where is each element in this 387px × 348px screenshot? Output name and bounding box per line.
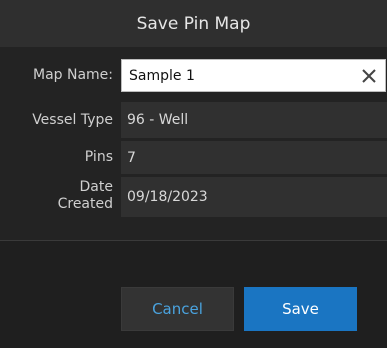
save-pin-map-dialog: Save Pin Map Map Name: Vessel Type 96 - … xyxy=(0,0,387,348)
save-button[interactable]: Save xyxy=(244,287,357,331)
pins-label: Pins xyxy=(84,149,113,165)
dialog-title: Save Pin Map xyxy=(0,0,387,47)
map-name-label: Map Name: xyxy=(32,67,113,83)
date-created-label-line1: Date xyxy=(79,179,113,195)
date-created-value: 09/18/2023 xyxy=(121,177,387,217)
vessel-type-value: 96 - Well xyxy=(121,102,387,138)
close-icon[interactable] xyxy=(361,68,377,84)
pins-value: 7 xyxy=(121,141,387,174)
vessel-type-label: Vessel Type xyxy=(32,112,113,128)
map-name-field-wrapper xyxy=(121,59,386,92)
cancel-button[interactable]: Cancel xyxy=(121,287,234,331)
map-name-input[interactable] xyxy=(122,60,349,91)
date-created-label-line2: Created xyxy=(57,196,113,212)
